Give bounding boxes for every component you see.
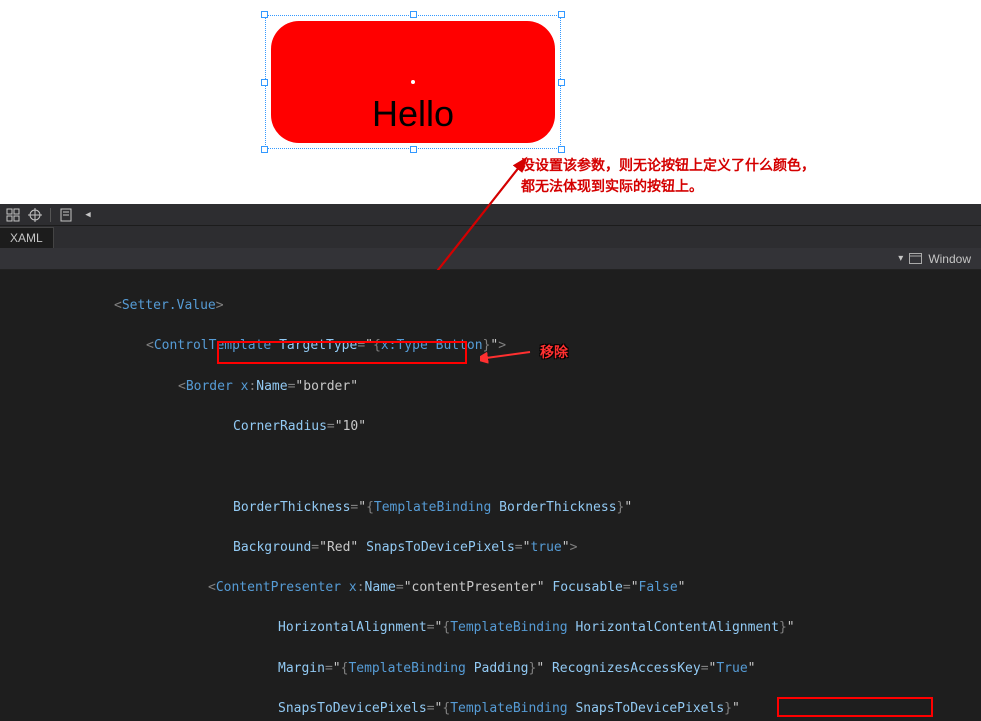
preview-button[interactable]: Hello — [271, 21, 555, 143]
resize-handle-bl[interactable] — [261, 146, 268, 153]
resize-handle-ml[interactable] — [261, 79, 268, 86]
resize-handle-tl[interactable] — [261, 11, 268, 18]
resize-handle-br[interactable] — [558, 146, 565, 153]
resize-handle-mr[interactable] — [558, 79, 565, 86]
breadcrumb-window[interactable]: Window — [928, 252, 971, 266]
designer-preview: Hello 没设置该参数，则无论按钮上定义了什么颜色， 都无法体现到实际的按钮上… — [0, 0, 981, 204]
chevron-left-icon[interactable]: ◀ — [79, 206, 97, 224]
resize-handle-bm[interactable] — [410, 146, 417, 153]
annotation-borderbrush-box — [777, 697, 933, 717]
annotation-removed-box — [217, 341, 467, 364]
annotation-note: 没设置该参数，则无论按钮上定义了什么颜色， 都无法体现到实际的按钮上。 — [521, 155, 815, 197]
target-icon[interactable] — [26, 206, 44, 224]
tab-xaml[interactable]: XAML — [0, 227, 54, 248]
breadcrumb-bar: ▾ Window — [0, 248, 981, 270]
resize-handle-tr[interactable] — [558, 11, 565, 18]
grid-icon[interactable] — [4, 206, 22, 224]
xaml-editor[interactable]: <Setter.Value> <ControlTemplate TargetTy… — [0, 270, 981, 721]
annotation-remove-label: 移除 — [540, 342, 568, 362]
preview-button-text: Hello — [372, 93, 454, 135]
breadcrumb-dropdown[interactable]: ▾ — [898, 253, 903, 264]
window-icon — [909, 253, 922, 264]
resize-handle-tm[interactable] — [410, 11, 417, 18]
tab-bar: XAML — [0, 226, 981, 248]
selection-outline[interactable]: Hello — [265, 15, 561, 149]
document-icon[interactable] — [57, 206, 75, 224]
center-dot-icon — [411, 80, 415, 84]
editor-toolbar: ◀ — [0, 204, 981, 226]
